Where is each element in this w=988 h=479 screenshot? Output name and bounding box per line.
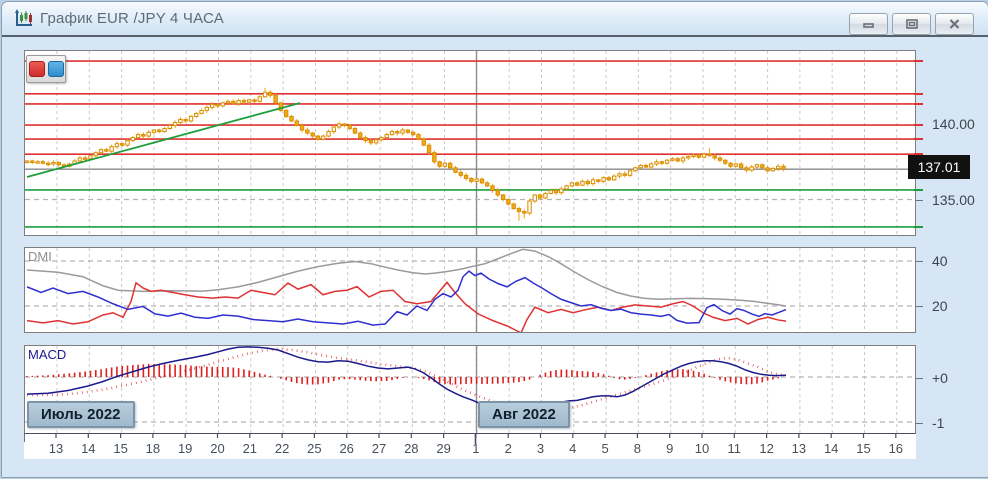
date-label: 4: [569, 441, 576, 456]
date-label: 13: [49, 441, 63, 456]
macd-indicator-label: MACD: [28, 347, 66, 362]
date-label: 28: [404, 441, 418, 456]
dmi-chart-canvas: [25, 248, 915, 332]
chart-mini-toolbar: [26, 55, 66, 83]
level-end-stub: [914, 138, 923, 140]
axis-tick: [915, 423, 923, 424]
date-label: 8: [634, 441, 641, 456]
date-label: 9: [666, 441, 673, 456]
date-label: 1: [472, 441, 479, 456]
dmi-panel[interactable]: [24, 247, 916, 333]
date-label: 20: [210, 441, 224, 456]
date-label: 27: [372, 441, 386, 456]
macd-axis-label: -1: [932, 415, 944, 431]
current-price-tag: 137.01: [908, 155, 970, 179]
price-axis-label: 135.00: [932, 192, 975, 208]
date-label: 25: [307, 441, 321, 456]
level-end-stub: [914, 124, 923, 126]
blue-tool-button[interactable]: [48, 61, 64, 77]
date-label: 3: [537, 441, 544, 456]
level-end-stub: [914, 189, 923, 191]
date-label: 19: [178, 441, 192, 456]
dmi-indicator-label: DMI: [28, 249, 52, 264]
month-badge-august: Авг 2022: [478, 401, 570, 428]
date-label: 14: [81, 441, 95, 456]
window-title: График EUR /JPY 4 ЧАСА: [40, 10, 224, 27]
date-label: 10: [695, 441, 709, 456]
date-label: 13: [792, 441, 806, 456]
date-label: 5: [601, 441, 608, 456]
date-label: 11: [728, 441, 742, 456]
date-label: 22: [275, 441, 289, 456]
level-end-stub: [914, 60, 923, 62]
macd-panel[interactable]: [24, 345, 916, 434]
close-button[interactable]: [935, 13, 974, 35]
date-label: 21: [243, 441, 257, 456]
minimize-button[interactable]: [849, 13, 888, 35]
date-label: 18: [146, 441, 160, 456]
chart-window-icon: [14, 9, 34, 29]
close-icon: [949, 19, 960, 29]
date-label: 16: [889, 441, 903, 456]
chart-client-area: DMI MACD Июль 2022 Авг 2022 131415181920…: [2, 35, 988, 477]
date-axis[interactable]: 1314151819202122252627282912345891011121…: [24, 434, 916, 459]
axis-tick: [915, 261, 923, 262]
restore-button[interactable]: [892, 13, 931, 35]
restore-icon: [906, 19, 918, 29]
date-label: 29: [436, 441, 450, 456]
price-panel[interactable]: [24, 50, 916, 236]
axis-tick: [915, 378, 923, 379]
date-label: 15: [113, 441, 127, 456]
month-badge-july: Июль 2022: [27, 401, 135, 428]
macd-chart-canvas: [25, 346, 915, 433]
level-end-stub: [914, 93, 923, 95]
axis-tick: [915, 306, 923, 307]
red-tool-button[interactable]: [29, 61, 45, 77]
dmi-axis-label: 20: [932, 298, 948, 314]
macd-axis-label: +0: [932, 370, 948, 386]
dmi-axis-label: 40: [932, 253, 948, 269]
level-end-stub: [914, 226, 923, 228]
date-label: 14: [824, 441, 838, 456]
date-label: 2: [505, 441, 512, 456]
minimize-icon: [863, 20, 875, 29]
title-bar[interactable]: График EUR /JPY 4 ЧАСА: [2, 2, 988, 35]
axis-tick: [915, 200, 923, 201]
date-label: 12: [759, 441, 773, 456]
date-label: 15: [856, 441, 870, 456]
price-axis-label: 140.00: [932, 116, 975, 132]
chart-window: График EUR /JPY 4 ЧАСА DMI MACD Июль 202…: [1, 1, 988, 478]
date-label: 26: [339, 441, 353, 456]
level-end-stub: [914, 103, 923, 105]
price-chart-canvas: [25, 51, 915, 235]
